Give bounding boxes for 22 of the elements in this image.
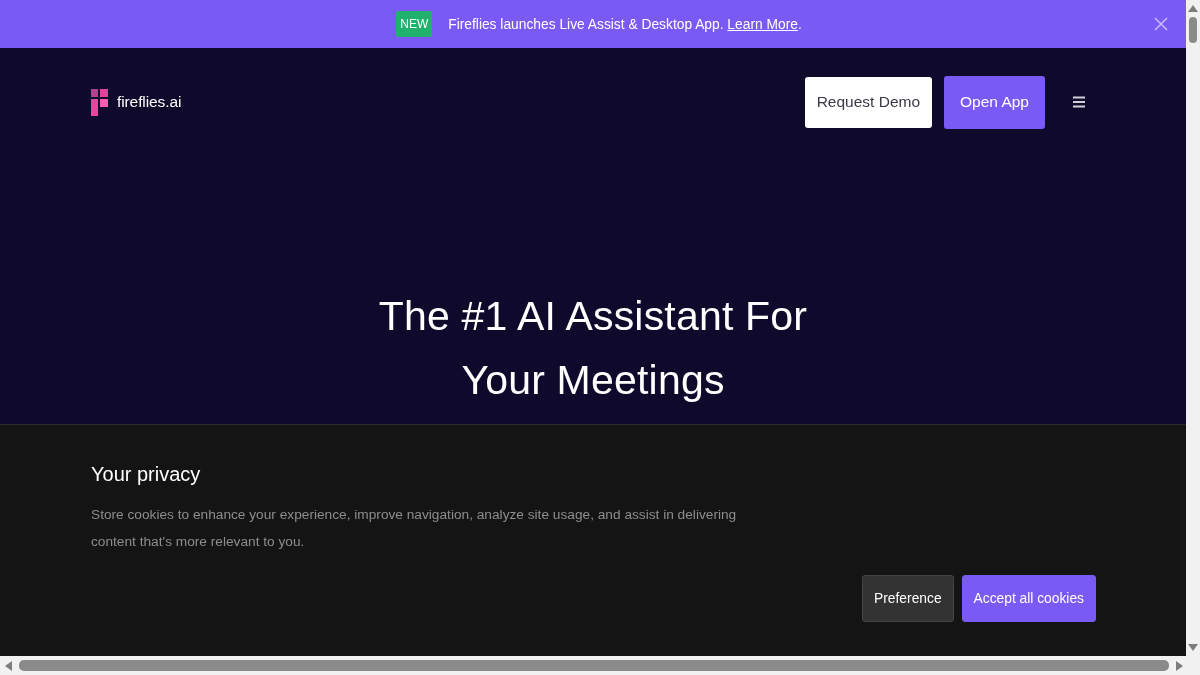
learn-more-link[interactable]: Learn More: [727, 16, 798, 32]
scroll-right-icon[interactable]: [1175, 660, 1184, 671]
accept-cookies-button[interactable]: Accept all cookies: [961, 575, 1096, 622]
cookie-description: Store cookies to enhance your experience, improve navigation, analyze site usage, and assist in delivering content that's more relevant to you.: [91, 506, 738, 551]
menu-icon[interactable]: [1073, 96, 1085, 108]
horizontal-scrollbar[interactable]: [0, 656, 1200, 675]
new-badge: NEW: [396, 11, 433, 37]
request-demo-button[interactable]: Request Demo: [804, 76, 933, 128]
logo-text[interactable]: fireflies.ai: [117, 93, 182, 111]
scroll-left-icon[interactable]: [4, 660, 13, 671]
scrollbar-thumb[interactable]: [19, 660, 1169, 671]
scroll-down-icon[interactable]: [1188, 643, 1198, 652]
open-app-button[interactable]: Open App: [944, 75, 1045, 129]
close-icon[interactable]: [1154, 17, 1168, 31]
scroll-up-icon[interactable]: [1188, 4, 1198, 13]
vertical-scrollbar[interactable]: [1186, 0, 1200, 656]
logo-icon[interactable]: [91, 88, 108, 116]
scrollbar-thumb[interactable]: [1189, 17, 1197, 43]
preference-button[interactable]: Preference: [862, 575, 954, 622]
cookie-title: Your privacy: [91, 462, 201, 487]
hero-heading: The #1 AI Assistant For Your Meetings: [378, 292, 808, 405]
announcement-text: Fireflies launches Live Assist & Desktop App. Learn More.: [448, 16, 802, 32]
